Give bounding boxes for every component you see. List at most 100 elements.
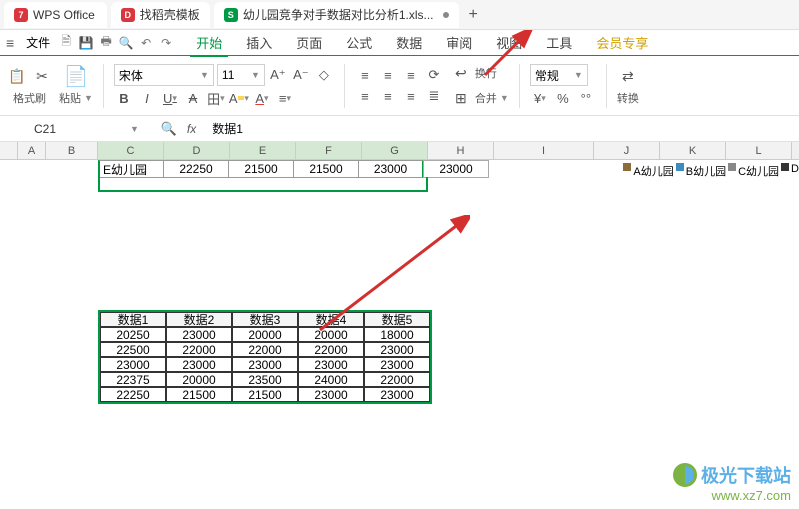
cell[interactable]: 22000	[364, 372, 430, 387]
table-header[interactable]: 数据1	[100, 312, 166, 327]
name-box-dropdown-icon[interactable]: ▼	[130, 124, 139, 134]
col-header[interactable]: D	[164, 142, 230, 159]
indent-button[interactable]: ≣	[424, 87, 444, 105]
col-header[interactable]: F	[296, 142, 362, 159]
cell[interactable]: 20000	[166, 372, 232, 387]
cell[interactable]: 23000	[166, 357, 232, 372]
cell[interactable]: 24000	[298, 372, 364, 387]
col-header[interactable]: K	[660, 142, 726, 159]
col-header[interactable]: C	[98, 142, 164, 159]
cell[interactable]: 23000	[100, 357, 166, 372]
cell[interactable]: 22250	[100, 387, 166, 402]
align-center-button[interactable]: ≡	[378, 87, 398, 105]
col-header[interactable]: H	[428, 142, 494, 159]
app-menu-button[interactable]: ≡	[0, 35, 20, 51]
save-icon[interactable]: 💾	[76, 33, 96, 53]
cell[interactable]: 20250	[100, 327, 166, 342]
comma-button[interactable]: °°	[576, 89, 596, 107]
cell[interactable]: 23000	[166, 327, 232, 342]
file-menu[interactable]: 文件	[20, 34, 56, 51]
tab-document[interactable]: S 幼儿园竞争对手数据对比分析1.xls...	[214, 2, 459, 28]
font-color-button[interactable]: A▾	[252, 89, 272, 107]
col-header[interactable]: G	[362, 142, 428, 159]
undo-icon[interactable]: ↶	[136, 33, 156, 53]
name-box[interactable]	[30, 120, 130, 138]
cell[interactable]: 22500	[100, 342, 166, 357]
preview-icon[interactable]: 🔍	[116, 33, 136, 53]
merge-button[interactable]: ⊞ 合并 ▼	[450, 87, 509, 109]
clear-format-icon[interactable]: ◇	[314, 66, 334, 84]
cell[interactable]: 20000	[232, 327, 298, 342]
cell[interactable]: 22000	[232, 342, 298, 357]
cell[interactable]: 23000	[232, 357, 298, 372]
cell[interactable]: 21500	[166, 387, 232, 402]
tab-view[interactable]: 视图	[484, 30, 534, 56]
align-bottom-button[interactable]: ≡	[401, 66, 421, 84]
fill-color-button[interactable]: A▾	[229, 89, 249, 107]
phonetic-button[interactable]: ≡▾	[275, 89, 295, 107]
tab-insert[interactable]: 插入	[234, 30, 284, 56]
cell[interactable]: 23500	[232, 372, 298, 387]
align-top-button[interactable]: ≡	[355, 66, 375, 84]
cell[interactable]: 21500	[293, 160, 359, 178]
cell[interactable]: 23000	[364, 387, 430, 402]
align-right-button[interactable]: ≡	[401, 87, 421, 105]
fx-search-icon[interactable]: 🔍	[159, 120, 179, 138]
tab-tools[interactable]: 工具	[534, 30, 584, 56]
cell[interactable]: 22000	[166, 342, 232, 357]
tab-membership[interactable]: 会员专享	[584, 30, 660, 56]
redo-icon[interactable]: ↷	[156, 33, 176, 53]
font-size-select[interactable]: 11 ▼	[217, 64, 265, 86]
tab-formula[interactable]: 公式	[334, 30, 384, 56]
tab-review[interactable]: 审阅	[434, 30, 484, 56]
cell[interactable]: 23000	[298, 387, 364, 402]
tab-docer[interactable]: D 找稻壳模板	[111, 2, 210, 28]
cell[interactable]: 18000	[364, 327, 430, 342]
cell[interactable]: 21500	[232, 387, 298, 402]
table-header[interactable]: 数据4	[298, 312, 364, 327]
percent-button[interactable]: %	[553, 89, 573, 107]
new-doc-icon[interactable]: 🗎	[56, 33, 76, 53]
col-header[interactable]: B	[46, 142, 98, 159]
align-middle-button[interactable]: ≡	[378, 66, 398, 84]
cell[interactable]: 23000	[423, 160, 489, 178]
cell[interactable]: 22250	[163, 160, 229, 178]
col-header[interactable]: L	[726, 142, 792, 159]
cell[interactable]: 20000	[298, 327, 364, 342]
tab-page[interactable]: 页面	[284, 30, 334, 56]
table-header[interactable]: 数据2	[166, 312, 232, 327]
print-icon[interactable]: 🖶	[96, 33, 116, 53]
copy-icon[interactable]: 📋	[6, 66, 28, 88]
number-format-select[interactable]: 常规 ▼	[530, 64, 588, 86]
cut-icon[interactable]: ✂	[31, 66, 53, 88]
col-header[interactable]: A	[18, 142, 46, 159]
cell[interactable]: 21500	[228, 160, 294, 178]
italic-button[interactable]: I	[137, 89, 157, 107]
selected-data-table[interactable]: 数据1 数据2 数据3 数据4 数据5 20250230002000020000…	[98, 310, 432, 404]
align-left-button[interactable]: ≡	[355, 87, 375, 105]
orientation-button[interactable]: ⟳	[424, 66, 444, 84]
cell[interactable]: 23000	[358, 160, 424, 178]
corner-select[interactable]	[0, 142, 18, 159]
border-button[interactable]: 田▾	[206, 89, 226, 107]
spreadsheet-grid[interactable]: A B C D E F G H I J K L E幼儿园 22250 21500…	[0, 142, 799, 502]
col-header[interactable]: E	[230, 142, 296, 159]
underline-button[interactable]: U▾	[160, 89, 180, 107]
grid-body[interactable]: E幼儿园 22250 21500 21500 23000 23000 A幼儿园 …	[0, 160, 799, 500]
cell[interactable]: 22000	[298, 342, 364, 357]
new-tab-button[interactable]: +	[459, 6, 488, 24]
cell-label[interactable]: E幼儿园	[98, 160, 164, 178]
wrap-button[interactable]: ↩ 换行	[450, 62, 509, 84]
formula-value[interactable]: 数据1	[204, 120, 243, 137]
cell[interactable]: 22375	[100, 372, 166, 387]
bold-button[interactable]: B	[114, 89, 134, 107]
decrease-font-button[interactable]: A⁻	[291, 66, 311, 84]
fx-icon[interactable]: fx	[179, 122, 204, 136]
font-name-select[interactable]: 宋体 ▼	[114, 64, 214, 86]
strike-button[interactable]: A	[183, 89, 203, 107]
currency-button[interactable]: ¥▾	[530, 89, 550, 107]
col-header[interactable]: I	[494, 142, 594, 159]
table-header[interactable]: 数据5	[364, 312, 430, 327]
increase-font-button[interactable]: A⁺	[268, 66, 288, 84]
paste-label[interactable]: 粘贴	[59, 90, 81, 106]
